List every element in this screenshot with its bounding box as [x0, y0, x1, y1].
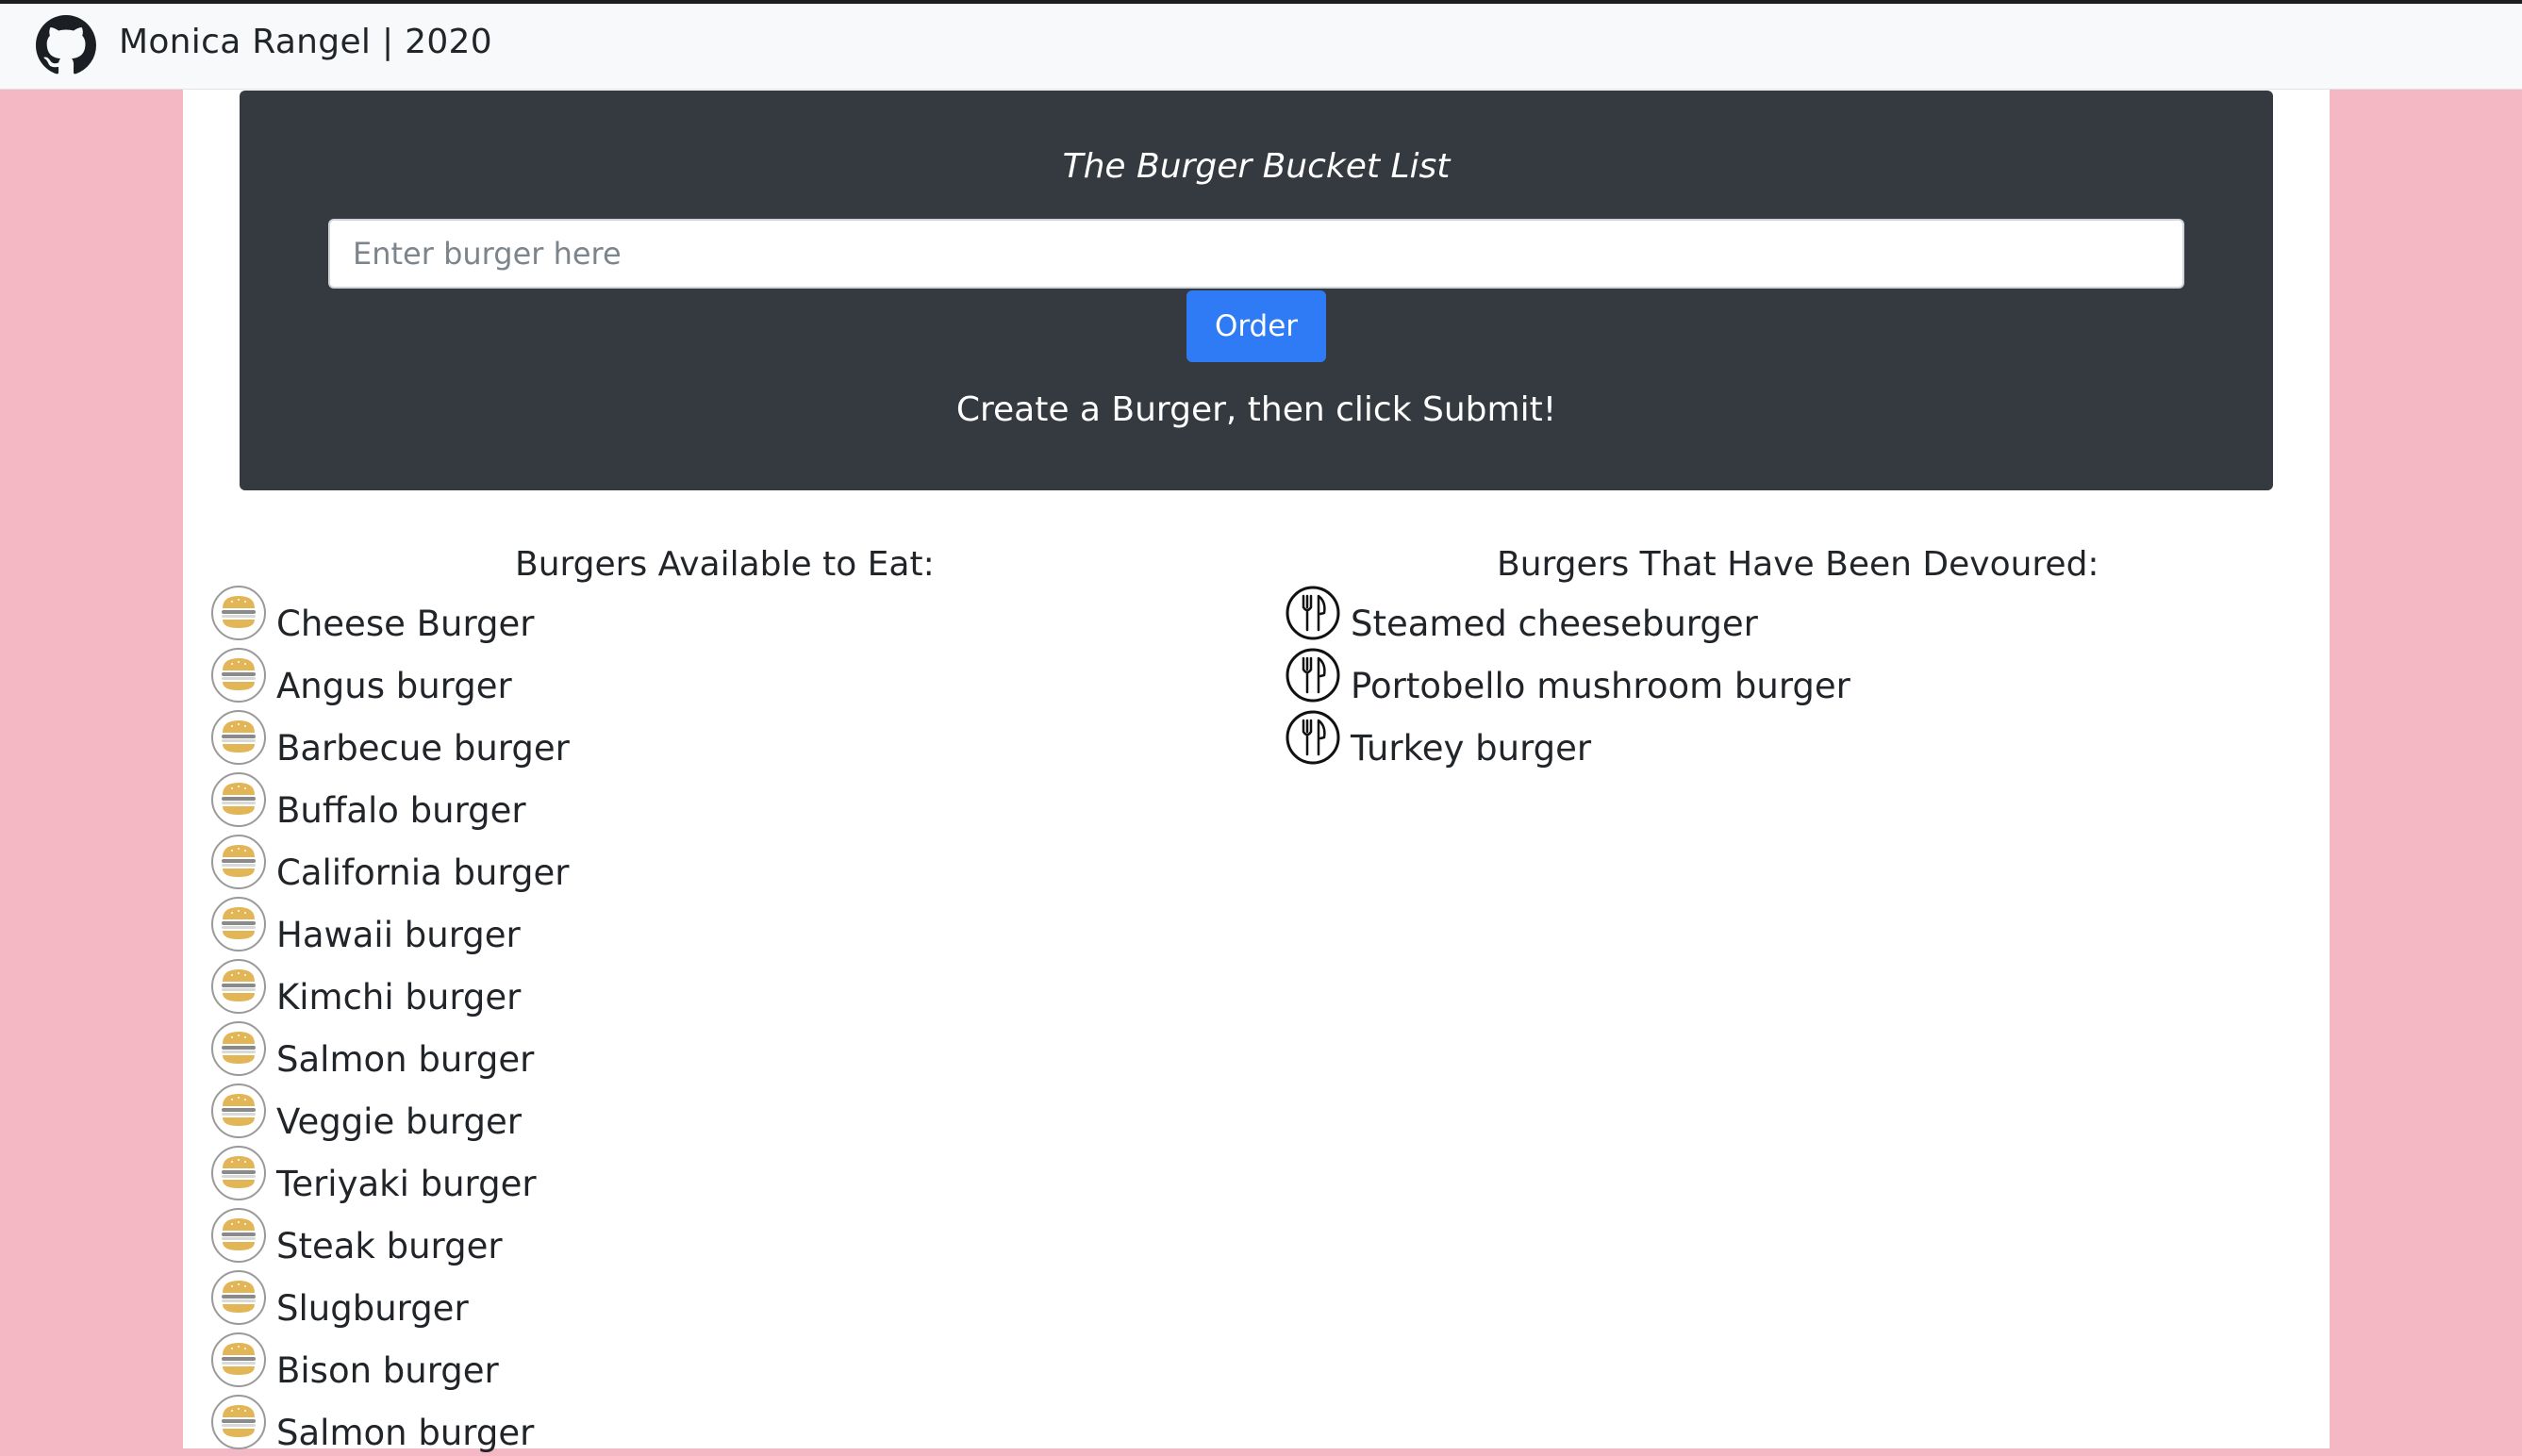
fork-knife-icon[interactable] — [1285, 647, 1341, 703]
burger-icon[interactable] — [210, 647, 267, 703]
burger-input[interactable] — [328, 219, 2184, 289]
burger-name: Bison burger — [276, 1350, 499, 1391]
burger-name: Salmon burger — [276, 1039, 535, 1080]
burger-name: Angus burger — [276, 666, 512, 706]
github-icon[interactable] — [36, 15, 96, 75]
burger-icon[interactable] — [210, 1207, 267, 1264]
burger-icon[interactable] — [210, 1332, 267, 1388]
burger-name: Hawaii burger — [276, 915, 521, 955]
burger-name: California burger — [276, 852, 570, 893]
burger-name: Kimchi burger — [276, 977, 522, 1018]
order-button[interactable]: Order — [1186, 290, 1326, 362]
burger-icon[interactable] — [210, 958, 267, 1015]
burger-name: Steamed cheeseburger — [1351, 604, 1758, 644]
burger-name: Salmon burger — [276, 1413, 535, 1453]
burger-name: Barbecue burger — [276, 728, 570, 769]
burger-name: Slugburger — [276, 1288, 469, 1329]
burger-icon[interactable] — [210, 1145, 267, 1201]
instructions-text: Create a Burger, then click Submit! — [955, 390, 1557, 429]
burger-icon[interactable] — [210, 585, 267, 641]
burger-name: Buffalo burger — [276, 790, 526, 831]
navbar-brand[interactable]: Monica Rangel | 2020 — [119, 23, 492, 61]
available-heading: Burgers Available to Eat: — [515, 545, 935, 584]
navbar: Monica Rangel | 2020 — [0, 4, 2522, 90]
burger-icon[interactable] — [210, 896, 267, 952]
burger-icon[interactable] — [210, 1269, 267, 1326]
burger-icon[interactable] — [210, 771, 267, 828]
burger-name: Portobello mushroom burger — [1351, 666, 1850, 706]
fork-knife-icon[interactable] — [1285, 709, 1341, 766]
burger-name: Teriyaki burger — [276, 1164, 537, 1204]
burger-name: Veggie burger — [276, 1101, 522, 1142]
burger-name: Cheese Burger — [276, 604, 535, 644]
burger-name: Steak burger — [276, 1226, 503, 1266]
jumbotron: The Burger Bucket List Order Create a Bu… — [240, 91, 2273, 490]
fork-knife-icon[interactable] — [1285, 585, 1341, 641]
burger-icon[interactable] — [210, 709, 267, 766]
burger-icon[interactable] — [210, 1394, 267, 1450]
burger-icon[interactable] — [210, 834, 267, 890]
burger-name: Turkey burger — [1351, 728, 1592, 769]
devoured-heading: Burgers That Have Been Devoured: — [1497, 545, 2099, 584]
page-title: The Burger Bucket List — [1062, 147, 1451, 186]
burger-icon[interactable] — [210, 1083, 267, 1139]
burger-icon[interactable] — [210, 1020, 267, 1077]
